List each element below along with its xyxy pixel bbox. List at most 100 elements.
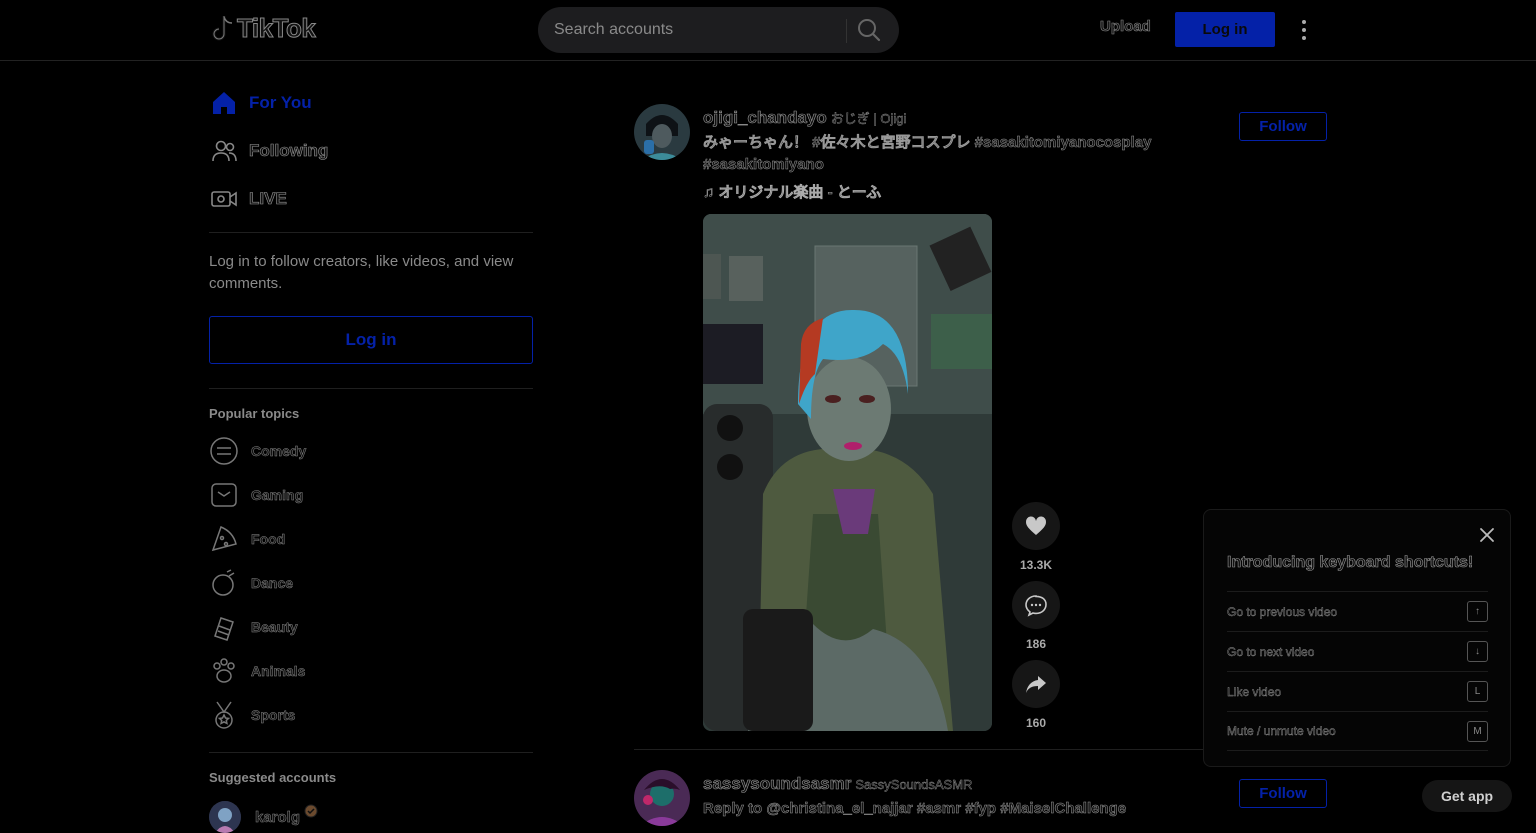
topic-label: Dance: [251, 575, 294, 592]
like-button[interactable]: [1012, 502, 1060, 550]
video-frame: [703, 214, 992, 731]
login-button[interactable]: Log in: [1175, 12, 1275, 47]
shortcut-row: Go to previous video ↑: [1227, 591, 1488, 631]
search-input[interactable]: [554, 7, 844, 53]
shortcut-row: Go to next video ↓: [1227, 631, 1488, 671]
topic-label: Beauty: [251, 619, 298, 636]
keyboard-shortcuts-popup: Introducing keyboard shortcuts! Go to pr…: [1203, 509, 1511, 767]
follow-button[interactable]: Follow: [1239, 112, 1327, 141]
comment-icon: [1025, 595, 1047, 617]
shortcut-key: ↓: [1467, 641, 1488, 662]
share-icon: [1026, 676, 1046, 693]
sidebar-item-for-you[interactable]: For You: [209, 88, 312, 118]
sidebar-login-button[interactable]: Log in: [209, 316, 533, 364]
shortcut-key: ↑: [1467, 601, 1488, 622]
gaming-icon: [211, 483, 237, 507]
upload-link[interactable]: Upload: [1100, 18, 1151, 36]
share-count: 160: [1025, 716, 1047, 730]
sidebar-item-label: LIVE: [249, 189, 287, 209]
topic-animals[interactable]: Animals: [209, 656, 306, 686]
topic-label: Gaming: [251, 487, 304, 504]
topic-sports[interactable]: Sports: [209, 700, 296, 730]
people-icon: [209, 136, 239, 166]
shortcut-label: Go to previous video: [1227, 604, 1338, 619]
video-player[interactable]: [703, 214, 992, 731]
post-divider: [634, 749, 1234, 750]
avatar: [209, 801, 241, 833]
comment-button[interactable]: [1012, 581, 1060, 629]
post-author[interactable]: ojigi_chandayo おじぎ | Ojigi: [703, 108, 907, 128]
search-bar: [538, 7, 899, 53]
food-icon: [211, 526, 237, 552]
sports-icon: [215, 701, 233, 729]
shortcut-key: L: [1467, 681, 1488, 702]
sidebar-item-label: Following: [249, 141, 329, 161]
topic-label: Food: [251, 531, 286, 548]
post-caption: Reply to @christina_el_najjar #asmr #fyp…: [703, 800, 1127, 818]
topic-dance[interactable]: Dance: [209, 568, 293, 598]
suggested-account-name: karolg: [255, 808, 301, 826]
sidebar-divider: [209, 752, 533, 753]
search-icon: [858, 19, 881, 42]
avatar[interactable]: [634, 104, 690, 160]
topic-food[interactable]: Food: [209, 524, 285, 554]
shortcut-row: Like video L: [1227, 671, 1488, 711]
live-icon: [209, 184, 239, 214]
share-button[interactable]: [1012, 660, 1060, 708]
topic-label: Comedy: [251, 443, 307, 460]
post-nickname: SassySoundsASMR: [855, 777, 973, 792]
suggested-account[interactable]: karolg: [209, 801, 300, 833]
animals-icon: [213, 658, 235, 683]
video-post: sassysoundsasmr SassySoundsASMR Reply to …: [634, 770, 1334, 826]
post-username: sassysoundsasmr: [703, 774, 852, 794]
post-music[interactable]: ♫ オリジナル楽曲 - とーふ: [703, 181, 882, 202]
heart-icon: [1025, 516, 1047, 535]
post-nickname: おじぎ | Ojigi: [830, 111, 907, 126]
sidebar-item-label: For You: [249, 93, 312, 112]
post-author[interactable]: sassysoundsasmr SassySoundsASMR: [703, 774, 973, 794]
topic-gaming[interactable]: Gaming: [209, 480, 303, 510]
get-app-button[interactable]: Get app: [1422, 780, 1512, 812]
suggested-accounts-title: Suggested accounts: [209, 770, 337, 785]
beauty-icon: [214, 617, 234, 641]
close-button[interactable]: [1478, 526, 1496, 544]
topic-beauty[interactable]: Beauty: [209, 612, 298, 642]
post-caption: みゃーちゃん！ #佐々木と宮野コスプレ #sasakitomiyanocospl…: [703, 134, 1152, 174]
topic-comedy[interactable]: Comedy: [209, 436, 306, 466]
more-vertical-icon: [1302, 20, 1306, 40]
share-action[interactable]: 160: [1012, 660, 1060, 730]
tiktok-note-icon: [212, 15, 233, 40]
comedy-icon: [210, 437, 238, 465]
like-action[interactable]: 13.3K: [1012, 502, 1060, 572]
comment-count: 186: [1025, 637, 1047, 651]
dance-icon: [212, 569, 235, 596]
top-bar: TikTok Upload Log in: [0, 0, 1536, 61]
avatar[interactable]: [634, 770, 690, 826]
topic-label: Sports: [251, 707, 296, 724]
shortcut-label: Go to next video: [1227, 644, 1315, 659]
sidebar-divider: [209, 232, 533, 233]
verified-badge-icon: [304, 804, 318, 818]
sidebar-divider: [209, 388, 533, 389]
comment-action[interactable]: 186: [1012, 581, 1060, 651]
shortcut-label: Like video: [1227, 684, 1282, 699]
tiktok-logo[interactable]: TikTok: [212, 13, 316, 44]
popular-topics-title: Popular topics: [209, 406, 300, 421]
more-menu-button[interactable]: [1298, 18, 1310, 42]
search-button[interactable]: [856, 17, 884, 43]
search-divider: [846, 19, 847, 43]
shortcuts-title: Introducing keyboard shortcuts!: [1227, 554, 1474, 572]
post-username: ojigi_chandayo: [703, 108, 827, 128]
sidebar-item-following[interactable]: Following: [209, 136, 329, 166]
shortcut-key: M: [1467, 720, 1488, 742]
logo-text: TikTok: [236, 13, 316, 44]
topic-label: Animals: [251, 663, 306, 680]
shortcut-row: Mute / unmute video M: [1227, 711, 1488, 751]
like-count: 13.3K: [1019, 558, 1053, 572]
close-icon: [1480, 528, 1494, 542]
follow-button[interactable]: Follow: [1239, 779, 1327, 808]
home-icon: [209, 88, 239, 118]
sidebar-item-live[interactable]: LIVE: [209, 184, 287, 214]
shortcut-label: Mute / unmute video: [1227, 724, 1336, 738]
login-hint-text: Log in to follow creators, like videos, …: [209, 253, 514, 292]
